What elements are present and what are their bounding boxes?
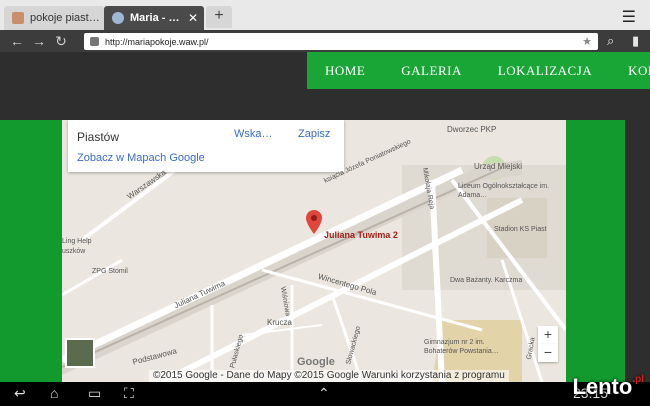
map-label: Gimnazjum nr 2 im. Bohaterów Powstania… (424, 339, 499, 355)
watermark-suffix: .pl (632, 374, 644, 385)
system-navigation-bar: ↩ ⌂ ▭ ⛶ ⌃ 23:15 (0, 382, 650, 406)
globe-icon (112, 12, 124, 24)
directions-link[interactable]: Wska… (234, 128, 273, 140)
map-label: Ling Help (62, 238, 92, 245)
close-icon[interactable]: ✕ (188, 11, 198, 25)
screenshot-icon[interactable]: ⛶ (124, 385, 134, 402)
reload-icon[interactable]: ↻ (50, 33, 72, 50)
place-name: Piastów (77, 130, 120, 144)
map-marker-icon[interactable] (306, 210, 322, 236)
map-label: uszków (62, 248, 86, 255)
satellite-toggle[interactable] (65, 338, 95, 368)
nav-kontakt[interactable]: KON (628, 63, 650, 79)
map-label: Stadion KS Piast (494, 226, 547, 233)
nav-lokalizacja[interactable]: LOKALIZACJA (498, 63, 592, 79)
map-attribution: ©2015 Google - Dane do Mapy ©2015 Google… (149, 370, 509, 382)
url-text: http://mariapokoje.waw.pl/ (105, 36, 209, 47)
zoom-out-button[interactable]: − (538, 344, 558, 362)
marker-label: Juliana Tuwima 2 (324, 230, 398, 240)
page-info-icon (90, 37, 99, 46)
bookmark-star-icon[interactable]: ★ (582, 35, 592, 48)
browser-toolbar: ← → ↻ http://mariapokoje.waw.pl/ ★ ⌕ ▮ (0, 30, 650, 52)
browser-tab-strip: pokoje piast… Maria - … ✕ + ☰ (0, 0, 650, 30)
menu-icon[interactable]: ☰ (622, 7, 636, 27)
bookmarks-icon[interactable]: ▮ (632, 33, 639, 49)
map-label: Dworzec PKP (447, 125, 497, 134)
map-label: Urząd Miejski (474, 162, 523, 171)
forward-icon[interactable]: → (28, 33, 50, 49)
map-label: ZPG Stomil (92, 268, 128, 275)
home-nav-icon[interactable]: ⌂ (50, 385, 58, 401)
search-icon[interactable]: ⌕ (607, 33, 614, 49)
recent-apps-icon[interactable]: ▭ (88, 385, 101, 402)
tab-title: Maria - … (130, 12, 180, 24)
nav-home[interactable]: HOME (325, 63, 365, 79)
watermark-text: Lento (572, 374, 633, 399)
tab-title: pokoje piast… (30, 12, 100, 24)
tab-maria[interactable]: Maria - … ✕ (104, 6, 204, 30)
back-nav-icon[interactable]: ↩ (14, 385, 26, 402)
google-logo: Google (297, 356, 335, 368)
back-icon[interactable]: ← (6, 33, 28, 49)
google-map[interactable]: Piastów Wska… Zapisz Zobacz w Mapach Goo… (62, 120, 566, 382)
map-info-window: Piastów Wska… Zapisz Zobacz w Mapach Goo… (68, 120, 344, 172)
tab-pokoje[interactable]: pokoje piast… (4, 6, 104, 30)
map-label: Dwa Bażanty. Karczma (450, 277, 523, 284)
nav-galeria[interactable]: GALERIA (401, 63, 462, 79)
map-label: Krucza (267, 318, 292, 327)
new-tab-button[interactable]: + (206, 6, 232, 28)
favicon-icon (12, 12, 24, 24)
address-bar[interactable]: http://mariapokoje.waw.pl/ ★ (84, 33, 598, 50)
view-in-google-maps-link[interactable]: Zobacz w Mapach Google (77, 152, 205, 164)
lento-watermark: Lento.pl (572, 374, 644, 400)
map-label: Liceum Ogólnokształcące im. Adama… (458, 183, 550, 199)
save-link[interactable]: Zapisz (298, 128, 330, 140)
chevron-up-icon[interactable]: ⌃ (318, 385, 330, 402)
site-navigation: HOME GALERIA LOKALIZACJA KON (307, 52, 650, 89)
zoom-in-button[interactable]: + (538, 326, 558, 344)
web-page: HOME GALERIA LOKALIZACJA KON (0, 52, 650, 382)
